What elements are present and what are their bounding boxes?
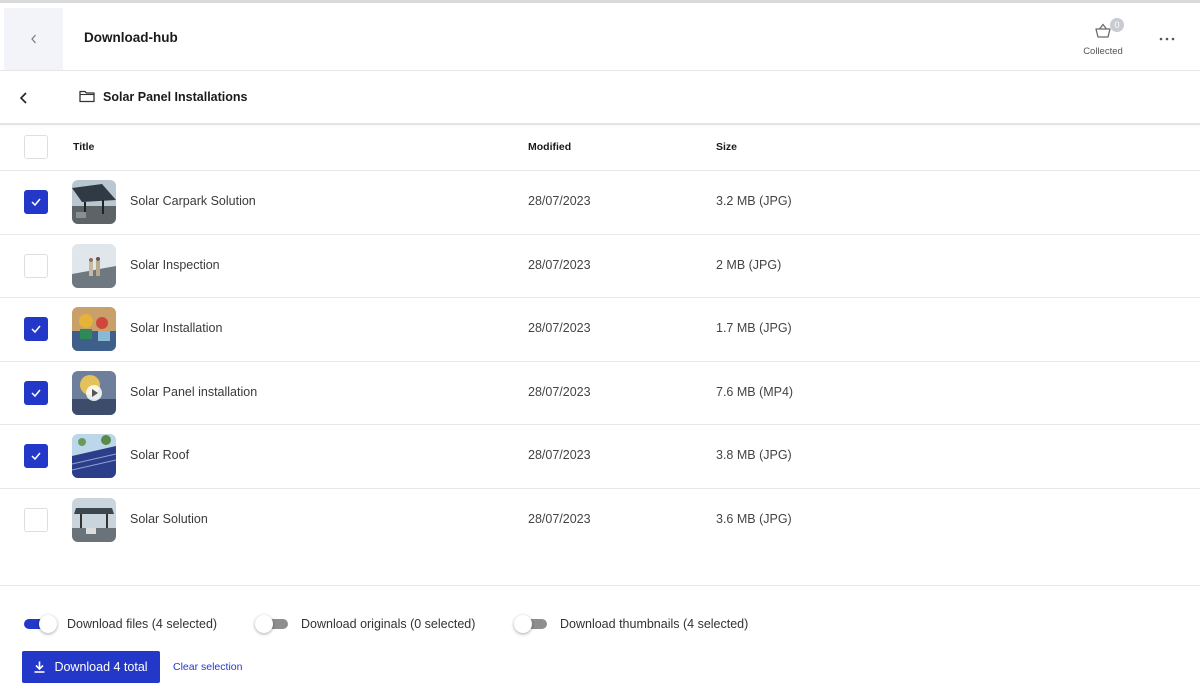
file-title[interactable]: Solar Roof — [130, 448, 189, 462]
toggle-switch[interactable] — [21, 614, 57, 634]
download-button-label: Download 4 total — [54, 660, 148, 674]
file-size: 2 MB (JPG) — [716, 257, 782, 272]
download-thumbnails-toggle[interactable]: Download thumbnails (4 selected) — [514, 614, 748, 634]
folder-name: Solar Panel Installations — [103, 90, 248, 104]
file-size: 3.6 MB (JPG) — [716, 511, 792, 526]
toggle-switch[interactable] — [514, 614, 550, 634]
thumbnail-image[interactable] — [72, 370, 116, 415]
chevron-left-icon — [19, 92, 27, 104]
table-row[interactable]: Solar Installation 28/07/2023 1.7 MB (JP… — [0, 298, 1200, 362]
file-size: 3.2 MB (JPG) — [716, 194, 792, 208]
checkmark-icon — [31, 389, 41, 397]
chevron-left-icon — [30, 34, 36, 44]
thumbnail-image[interactable] — [72, 243, 116, 288]
download-originals-toggle[interactable]: Download originals (0 selected) — [255, 614, 475, 634]
file-modified: 28/07/2023 — [528, 448, 591, 463]
folder-icon — [79, 90, 95, 103]
toggle-label: Download thumbnails (4 selected) — [560, 617, 749, 631]
file-modified: 28/07/2023 — [528, 384, 591, 399]
download-footer: Download files (4 selected) Download ori… — [0, 585, 1200, 698]
top-bar: Download-hub 0 Collected — [0, 0, 1200, 71]
file-size: 3.8 MB (JPG) — [716, 448, 792, 463]
column-size[interactable]: Size — [716, 141, 737, 153]
collected-count-badge: 0 — [1110, 18, 1124, 32]
thumbnail-image[interactable] — [72, 307, 116, 352]
column-modified[interactable]: Modified — [528, 141, 571, 153]
column-title[interactable]: Title — [73, 141, 94, 153]
download-icon — [34, 661, 45, 673]
file-title[interactable]: Solar Installation — [130, 321, 222, 335]
collected-label: Collected — [1083, 46, 1123, 57]
file-modified: 28/07/2023 — [528, 257, 591, 272]
row-checkbox[interactable] — [24, 317, 48, 342]
file-modified: 28/07/2023 — [528, 321, 591, 336]
checkmark-icon — [31, 452, 41, 461]
toggle-label: Download originals (0 selected) — [301, 617, 476, 631]
clear-selection-link[interactable]: Clear selection — [173, 661, 242, 673]
file-table: Title Modified Size Solar Carpark Soluti… — [0, 125, 1200, 553]
row-checkbox[interactable] — [24, 507, 48, 532]
select-all-checkbox[interactable] — [24, 135, 48, 159]
collected-button[interactable]: 0 Collected — [1080, 17, 1126, 61]
toggle-label: Download files (4 selected) — [67, 617, 218, 631]
more-horizontal-icon — [1159, 37, 1175, 41]
checkmark-icon — [31, 325, 41, 334]
more-options-button[interactable] — [1155, 29, 1179, 49]
back-button[interactable] — [4, 8, 63, 70]
file-size: 7.6 MB (MP4) — [716, 384, 794, 399]
file-modified: 28/07/2023 — [528, 194, 591, 208]
table-row[interactable]: Solar Roof 28/07/2023 3.8 MB (JPG) — [0, 425, 1200, 489]
download-files-toggle[interactable]: Download files (4 selected) — [21, 614, 217, 634]
row-checkbox[interactable] — [24, 444, 48, 469]
folder-back-button[interactable] — [14, 88, 34, 108]
file-modified: 28/07/2023 — [528, 511, 591, 526]
thumbnail-image[interactable] — [72, 434, 116, 479]
thumbnail-image[interactable] — [72, 180, 116, 224]
row-checkbox[interactable] — [24, 253, 48, 278]
file-title[interactable]: Solar Solution — [130, 512, 208, 526]
toggle-switch[interactable] — [255, 614, 291, 634]
table-row[interactable]: Solar Inspection 28/07/2023 2 MB (JPG) — [0, 235, 1200, 299]
file-title[interactable]: Solar Inspection — [130, 258, 220, 272]
app-title: Download-hub — [84, 30, 178, 45]
row-checkbox[interactable] — [24, 380, 48, 405]
checkmark-icon — [31, 198, 41, 207]
row-checkbox[interactable] — [24, 190, 48, 214]
file-title[interactable]: Solar Carpark Solution — [130, 194, 256, 208]
table-row[interactable]: Solar Panel installation 28/07/2023 7.6 … — [0, 362, 1200, 426]
file-size: 1.7 MB (JPG) — [716, 321, 792, 336]
thumbnail-image[interactable] — [72, 497, 116, 542]
download-button[interactable]: Download 4 total — [22, 651, 160, 683]
table-row[interactable]: Solar Solution 28/07/2023 3.6 MB (JPG) — [0, 489, 1200, 553]
table-header: Title Modified Size — [0, 125, 1200, 171]
table-row[interactable]: Solar Carpark Solution 28/07/2023 3.2 MB… — [0, 171, 1200, 235]
file-title[interactable]: Solar Panel installation — [130, 385, 257, 399]
folder-bar: Solar Panel Installations — [0, 72, 1200, 125]
